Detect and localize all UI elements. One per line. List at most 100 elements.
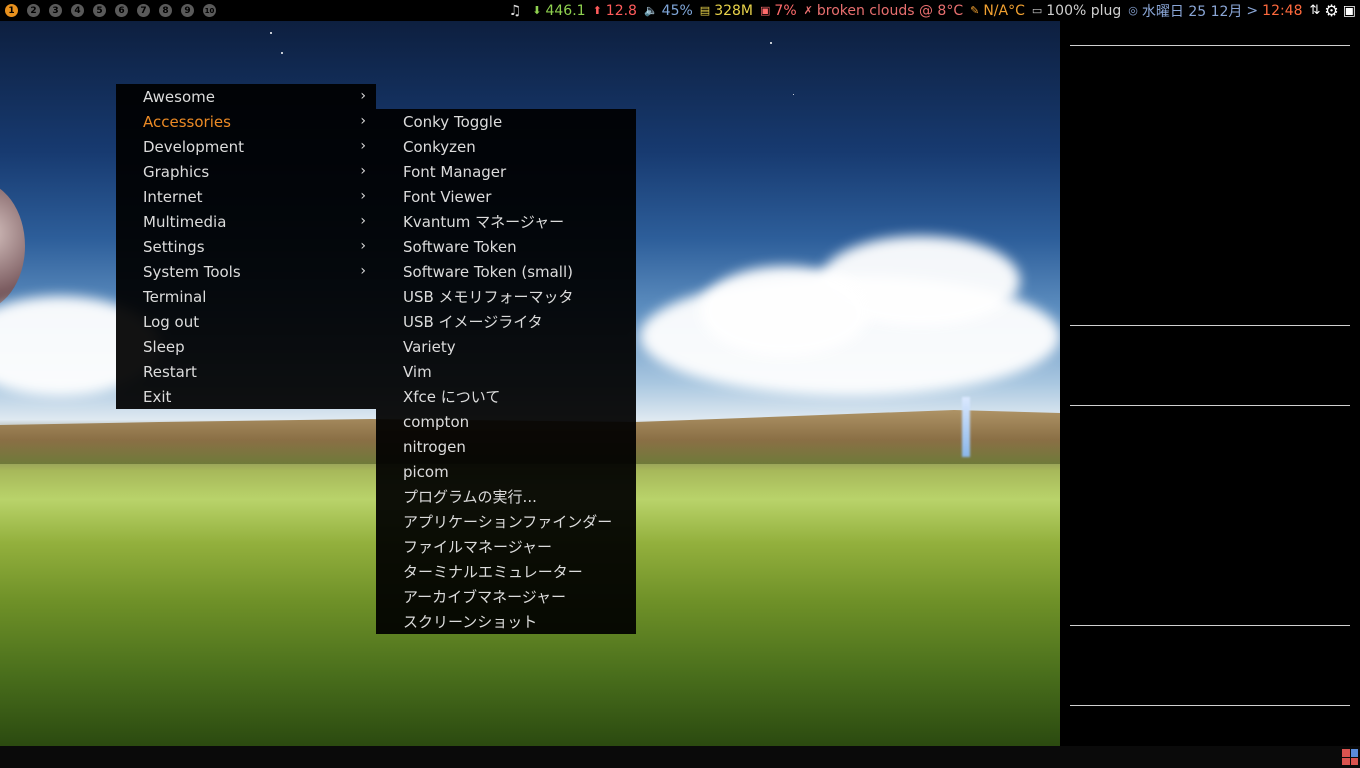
- menu-item-internet[interactable]: Internet ›: [116, 184, 376, 209]
- menu-item-settings[interactable]: Settings ›: [116, 234, 376, 259]
- thermometer-icon: ✎: [970, 4, 980, 17]
- tag-9[interactable]: 9: [181, 4, 194, 17]
- tag-7[interactable]: 7: [137, 4, 150, 17]
- cloud: [700, 266, 870, 356]
- menu-item-label: Multimedia: [143, 212, 227, 231]
- menu-item-awesome[interactable]: Awesome ›: [116, 84, 376, 109]
- arrow-down-icon: ⬇: [532, 4, 542, 17]
- arrow-up-icon: ⬆: [592, 4, 602, 17]
- menu-item-label: Accessories: [143, 112, 231, 131]
- clock-widget[interactable]: ◎ 水曜日 25 12月 >12:48: [1128, 1, 1302, 21]
- tag-5[interactable]: 5: [93, 4, 106, 17]
- speaker-icon: 🔈: [643, 4, 658, 17]
- submenu-item[interactable]: compton: [376, 409, 636, 434]
- battery-value: 100% plug: [1046, 2, 1122, 19]
- submenu-item[interactable]: Font Manager: [376, 159, 636, 184]
- menu-item-sleep[interactable]: Sleep: [116, 334, 376, 359]
- menu-item-label: Settings: [143, 237, 205, 256]
- time-separator: >: [1246, 2, 1259, 19]
- bottom-wibar: [0, 746, 1360, 768]
- clock-icon: ◎: [1128, 4, 1138, 17]
- screenshot-icon[interactable]: ▣: [1343, 3, 1356, 19]
- divider: [1070, 705, 1350, 706]
- submenu-item[interactable]: ターミナルエミュレーター: [376, 559, 636, 584]
- submenu-item[interactable]: Variety: [376, 334, 636, 359]
- submenu-item[interactable]: Vim: [376, 359, 636, 384]
- date-value: 水曜日 25 12月: [1141, 3, 1243, 20]
- menu-item-system-tools[interactable]: System Tools ›: [116, 259, 376, 284]
- menu-item-label: Internet: [143, 187, 203, 206]
- tag-4[interactable]: 4: [71, 4, 84, 17]
- menu-item-graphics[interactable]: Graphics ›: [116, 159, 376, 184]
- network-arrows-icon[interactable]: ⇅: [1310, 3, 1321, 18]
- submenu-item[interactable]: Software Token (small): [376, 259, 636, 284]
- chevron-right-icon: ›: [360, 238, 366, 254]
- menu-item-log-out[interactable]: Log out: [116, 309, 376, 334]
- menu-item-multimedia[interactable]: Multimedia ›: [116, 209, 376, 234]
- tag-3[interactable]: 3: [49, 4, 62, 17]
- layout-tile-icon[interactable]: [1342, 749, 1358, 765]
- weather-value: broken clouds @ 8°C: [816, 2, 964, 19]
- menu-item-terminal[interactable]: Terminal: [116, 284, 376, 309]
- menu-item-label: Exit: [143, 387, 172, 406]
- music-note-icon: ♫: [508, 2, 522, 19]
- submenu-item[interactable]: アーカイブマネージャー: [376, 584, 636, 609]
- tag-6[interactable]: 6: [115, 4, 128, 17]
- tag-2[interactable]: 2: [27, 4, 40, 17]
- planet: [0, 181, 25, 311]
- divider: [1070, 45, 1350, 46]
- net-up-value: 12.8: [605, 2, 637, 19]
- cpu-widget: ▣ 7%: [760, 3, 797, 19]
- menu-item-restart[interactable]: Restart: [116, 359, 376, 384]
- star: [281, 52, 283, 54]
- weather-icon: ✗: [803, 4, 813, 17]
- chevron-right-icon: ›: [360, 163, 366, 179]
- accessories-submenu: Conky Toggle Conkyzen Font Manager Font Vie…: [376, 109, 636, 634]
- gear-icon[interactable]: ⚙: [1324, 1, 1338, 20]
- menu-item-accessories[interactable]: Accessories ›: [116, 109, 376, 134]
- menu-item-label: Graphics: [143, 162, 210, 181]
- submenu-item[interactable]: スクリーンショット: [376, 609, 636, 634]
- submenu-item[interactable]: ファイルマネージャー: [376, 534, 636, 559]
- submenu-item[interactable]: Xfce について: [376, 384, 636, 409]
- net-down-value: 446.1: [545, 2, 586, 19]
- submenu-item[interactable]: Conky Toggle: [376, 109, 636, 134]
- cpu-value: 7%: [774, 2, 797, 19]
- submenu-item[interactable]: Software Token: [376, 234, 636, 259]
- menu-item-exit[interactable]: Exit: [116, 384, 376, 409]
- tag-1[interactable]: 1: [5, 4, 18, 17]
- temp-widget: ✎ N/A°C: [970, 3, 1025, 19]
- submenu-item[interactable]: USB イメージライタ: [376, 309, 636, 334]
- submenu-item[interactable]: USB メモリフォーマッタ: [376, 284, 636, 309]
- volume-widget[interactable]: 🔈 45%: [644, 3, 693, 19]
- submenu-item[interactable]: Font Viewer: [376, 184, 636, 209]
- divider: [1070, 625, 1350, 626]
- temp-value: N/A°C: [983, 2, 1025, 19]
- submenu-item[interactable]: プログラムの実行...: [376, 484, 636, 509]
- music-widget[interactable]: ♫: [509, 3, 526, 19]
- submenu-item[interactable]: アプリケーションファインダー: [376, 509, 636, 534]
- net-down-widget: ⬇ 446.1: [532, 3, 585, 19]
- chevron-right-icon: ›: [360, 113, 366, 129]
- weather-widget: ✗ broken clouds @ 8°C: [804, 3, 963, 19]
- taglist: 1 2 3 4 5 6 7 8 9 10: [0, 4, 225, 17]
- star: [270, 32, 272, 34]
- submenu-item[interactable]: picom: [376, 459, 636, 484]
- submenu-item[interactable]: nitrogen: [376, 434, 636, 459]
- status-widgets: ♫ ⬇ 446.1 ⬆ 12.8 🔈 45% ▤ 328M ▣ 7% ✗ broken cl…: [502, 0, 1356, 21]
- cpu-icon: ▣: [760, 4, 771, 17]
- memory-widget: ▤ 328M: [700, 3, 753, 19]
- menu-item-label: Development: [143, 137, 244, 156]
- tag-10[interactable]: 10: [203, 4, 216, 17]
- menu-item-label: System Tools: [143, 262, 241, 281]
- chevron-right-icon: ›: [360, 263, 366, 279]
- top-wibar: 1 2 3 4 5 6 7 8 9 10 ♫ ⬇ 446.1 ⬆ 12.8 🔈 45% ▤ 328M ▣ 7…: [0, 0, 1360, 21]
- menu-item-development[interactable]: Development ›: [116, 134, 376, 159]
- submenu-item[interactable]: Kvantum マネージャー: [376, 209, 636, 234]
- divider: [1070, 405, 1350, 406]
- right-panel: [1060, 21, 1360, 746]
- submenu-item[interactable]: Conkyzen: [376, 134, 636, 159]
- menu-item-label: Restart: [143, 362, 197, 381]
- tag-8[interactable]: 8: [159, 4, 172, 17]
- chevron-right-icon: ›: [360, 138, 366, 154]
